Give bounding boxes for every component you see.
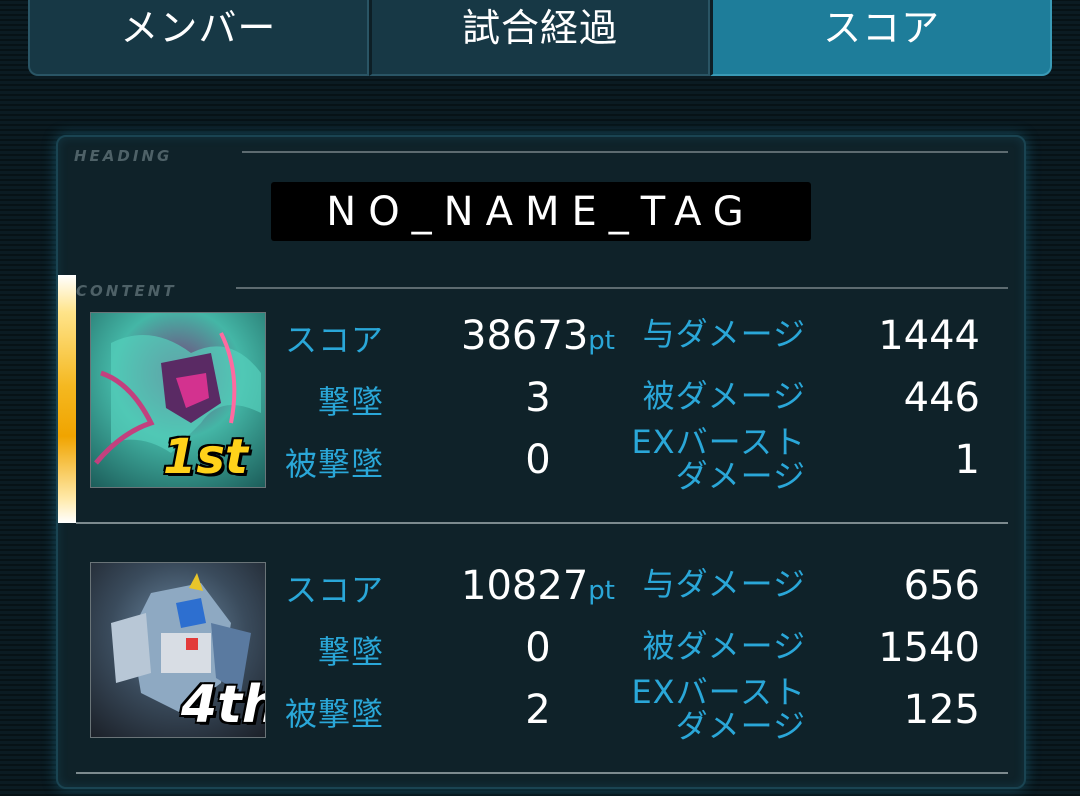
ex-burst-value-2: 125 bbox=[903, 687, 980, 733]
tab-score[interactable]: スコア bbox=[710, 0, 1053, 76]
row-divider-2 bbox=[76, 772, 1008, 774]
score-number-1: 38673 bbox=[461, 313, 589, 359]
ex-burst-label-line2-1: ダメージ bbox=[675, 457, 806, 495]
tab-bar: メンバー 試合経過 スコア bbox=[28, 0, 1053, 76]
selected-row-highlight bbox=[58, 275, 76, 523]
tab-score-label: スコア bbox=[823, 5, 941, 50]
score-label-2: スコア bbox=[284, 571, 384, 609]
tab-members-label: メンバー bbox=[120, 5, 277, 50]
deaths-label-1: 被撃墜 bbox=[284, 445, 384, 483]
kills-label-1: 撃墜 bbox=[317, 383, 384, 421]
ex-burst-label-2: EXバースト ダメージ bbox=[586, 675, 806, 743]
tab-members[interactable]: メンバー bbox=[28, 0, 369, 76]
damage-taken-value-2: 1540 bbox=[878, 625, 980, 671]
name-tag: NO_NAME_TAG bbox=[271, 182, 811, 241]
tab-match-progress[interactable]: 試合経過 bbox=[368, 0, 711, 76]
damage-taken-value-1: 446 bbox=[903, 375, 980, 421]
damage-dealt-value-2: 656 bbox=[903, 563, 980, 609]
content-divider bbox=[236, 287, 1008, 289]
score-panel: HEADING NO_NAME_TAG CONTENT 1st スコア 3867… bbox=[56, 135, 1026, 789]
ex-burst-label-line1-1: EXバースト bbox=[631, 423, 806, 461]
content-label: CONTENT bbox=[76, 282, 177, 300]
ex-burst-label-line2-2: ダメージ bbox=[675, 707, 806, 745]
ex-burst-label-line1-2: EXバースト bbox=[631, 673, 806, 711]
damage-taken-label-2: 被ダメージ bbox=[642, 627, 806, 665]
kills-label-2: 撃墜 bbox=[317, 633, 384, 671]
tab-match-progress-label: 試合経過 bbox=[462, 5, 619, 50]
ex-burst-label-1: EXバースト ダメージ bbox=[586, 425, 806, 493]
damage-dealt-label-2: 与ダメージ bbox=[642, 565, 806, 603]
heading-divider bbox=[242, 151, 1008, 153]
damage-dealt-value-1: 1444 bbox=[878, 313, 980, 359]
row-divider-1 bbox=[76, 522, 1008, 524]
damage-dealt-label-1: 与ダメージ bbox=[642, 315, 806, 353]
ex-burst-value-1: 1 bbox=[954, 437, 980, 483]
score-number-2: 10827 bbox=[461, 563, 589, 609]
deaths-label-2: 被撃墜 bbox=[284, 695, 384, 733]
score-label-1: スコア bbox=[284, 321, 384, 359]
damage-taken-label-1: 被ダメージ bbox=[642, 377, 806, 415]
heading-label: HEADING bbox=[74, 147, 173, 165]
